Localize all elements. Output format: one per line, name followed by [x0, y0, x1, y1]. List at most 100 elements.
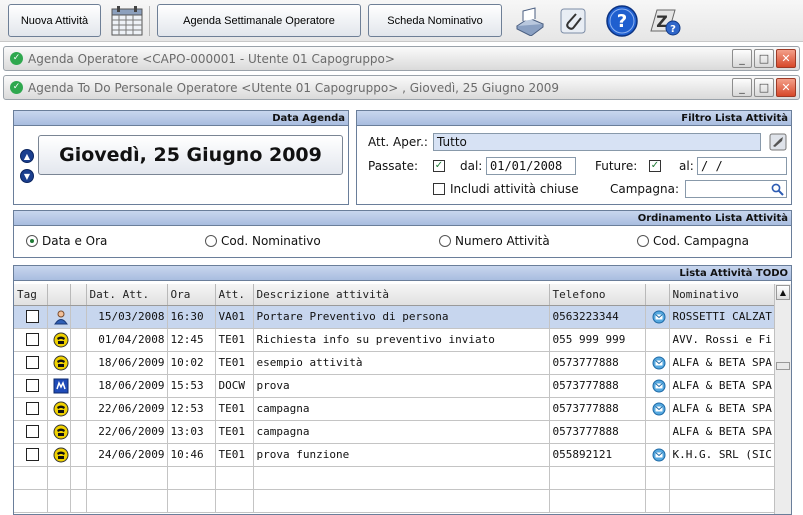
toolbar-separator	[149, 6, 150, 36]
description-cell: campagna	[253, 397, 550, 421]
help-icon[interactable]: ?	[605, 4, 639, 38]
mail-cell[interactable]	[645, 374, 670, 398]
past-checkbox[interactable]: ✓	[433, 160, 445, 172]
calendar-icon[interactable]	[110, 4, 144, 38]
blank-cell	[70, 328, 87, 352]
time-cell: 16:30	[167, 305, 216, 329]
arrow-down-icon[interactable]: ▼	[20, 169, 34, 183]
empty-cell	[253, 466, 550, 490]
agenda-date-button[interactable]: Giovedì, 25 Giugno 2009	[38, 135, 343, 175]
tag-cell[interactable]	[14, 420, 48, 444]
empty-cell	[47, 466, 71, 490]
row-checkbox[interactable]	[26, 402, 39, 416]
time-cell: 12:45	[167, 328, 216, 352]
column-header-description[interactable]: Descrizione attività	[253, 284, 550, 306]
att-aper-select[interactable]: Tutto	[433, 133, 761, 151]
column-header-nominative[interactable]: Nominativo	[669, 284, 790, 306]
row-checkbox[interactable]	[26, 310, 39, 324]
to-date-input[interactable]: / /	[697, 157, 787, 175]
empty-cell	[14, 489, 48, 513]
table-row[interactable]: 01/04/2008 12:45 TE01 Richiesta info su pre…	[14, 328, 790, 352]
table-row[interactable]: 18/06/2009 15:53 DOCW prova 0573777888 ALFA &…	[14, 374, 790, 398]
scroll-up-button[interactable]: ▲	[776, 285, 790, 300]
scroll-thumb[interactable]	[776, 362, 790, 370]
phone-cell: 055892121	[549, 443, 646, 467]
close-button[interactable]: ✕	[776, 78, 796, 97]
tag-cell[interactable]	[14, 397, 48, 421]
mail-cell[interactable]	[645, 305, 670, 329]
tag-cell[interactable]	[14, 374, 48, 398]
future-checkbox[interactable]: ✓	[649, 160, 661, 172]
mail-icon[interactable]	[649, 402, 666, 415]
column-header-time[interactable]: Ora	[167, 284, 216, 306]
type-icon-cell	[47, 328, 71, 352]
empty-cell	[549, 466, 646, 490]
time-cell: 10:02	[167, 351, 216, 375]
column-header-blank[interactable]	[70, 284, 87, 306]
table-row[interactable]: 18/06/2009 10:02 TE01 esempio attività 05737…	[14, 351, 790, 375]
tag-cell[interactable]	[14, 443, 48, 467]
filter-panel: Filtro Lista Attività Att. Aper.: Tutto …	[356, 110, 792, 205]
table-row[interactable]: 15/03/2008 16:30 VA01 Portare Preventivo di…	[14, 305, 790, 329]
sort-nominative-radio[interactable]: Cod. Nominativo	[205, 234, 321, 248]
from-label: dal:	[460, 159, 483, 173]
sort-date-time-radio[interactable]: Data e Ora	[26, 234, 107, 248]
maximize-button[interactable]: □	[754, 49, 774, 68]
vertical-scrollbar[interactable]: ▲	[774, 284, 791, 514]
maximize-button[interactable]: □	[754, 78, 774, 97]
include-closed-checkbox[interactable]	[433, 183, 445, 195]
info-icon[interactable]: Z ?	[648, 4, 682, 38]
from-date-input[interactable]: 01/01/2008	[486, 157, 576, 175]
tag-cell[interactable]	[14, 305, 48, 329]
arrow-up-icon[interactable]: ▲	[20, 149, 34, 163]
minimize-button[interactable]: _	[732, 49, 752, 68]
minimize-button[interactable]: _	[732, 78, 752, 97]
mail-cell[interactable]	[645, 397, 670, 421]
column-header-att[interactable]: Att.	[215, 284, 254, 306]
row-checkbox[interactable]	[26, 379, 39, 393]
column-header-mail[interactable]	[645, 284, 670, 306]
att-cell: TE01	[215, 420, 254, 444]
column-header-date[interactable]: Dat. Att.	[86, 284, 168, 306]
phone-cell: 0573777888	[549, 420, 646, 444]
row-checkbox[interactable]	[26, 425, 39, 439]
sort-campaign-radio[interactable]: Cod. Campagna	[637, 234, 749, 248]
filter-tool-icon[interactable]	[769, 133, 787, 151]
table-header-row: Tag Dat. Att. Ora Att. Descrizione attiv…	[14, 284, 790, 306]
tag-cell[interactable]	[14, 328, 48, 352]
att-cell: DOCW	[215, 374, 254, 398]
row-checkbox[interactable]	[26, 333, 39, 347]
mail-cell[interactable]	[645, 420, 670, 444]
column-header-tag[interactable]: Tag	[14, 284, 48, 306]
table-row[interactable]: 24/06/2009 10:46 TE01 prova funzione 0558921…	[14, 443, 790, 467]
mail-cell[interactable]	[645, 328, 670, 352]
nominative-cell: ALFA & BETA SPA	[669, 351, 790, 375]
campaign-label: Campagna:	[610, 182, 680, 196]
mail-cell[interactable]	[645, 351, 670, 375]
attachment-icon[interactable]	[556, 4, 590, 38]
mail-cell[interactable]	[645, 443, 670, 467]
mail-icon[interactable]	[649, 448, 666, 461]
tag-cell[interactable]	[14, 351, 48, 375]
mail-icon[interactable]	[649, 379, 666, 392]
nominative-card-button[interactable]: Scheda Nominativo	[368, 4, 502, 37]
mail-icon[interactable]	[649, 310, 666, 323]
close-button[interactable]: ✕	[776, 49, 796, 68]
row-checkbox[interactable]	[26, 356, 39, 370]
print-icon[interactable]	[512, 4, 546, 38]
column-header-icon[interactable]	[47, 284, 71, 306]
search-icon[interactable]	[771, 183, 784, 196]
sort-option-label: Numero Attività	[455, 234, 550, 248]
weekly-agenda-button[interactable]: Agenda Settimanale Operatore	[157, 4, 361, 37]
row-checkbox[interactable]	[26, 448, 39, 462]
table-row[interactable]: 22/06/2009 12:53 TE01 campagna 0573777888 ALF…	[14, 397, 790, 421]
new-activity-button[interactable]: Nuova Attività	[8, 4, 101, 37]
column-header-phone[interactable]: Telefono	[549, 284, 646, 306]
sort-activity-number-radio[interactable]: Numero Attività	[439, 234, 550, 248]
mail-icon[interactable]	[649, 356, 666, 369]
inner-window-title: Agenda To Do Personale Operatore <Utente…	[28, 80, 560, 95]
date-cell: 01/04/2008	[86, 328, 168, 352]
sort-option-label: Data e Ora	[42, 234, 108, 248]
description-cell: Richiesta info su preventivo inviato	[253, 328, 550, 352]
table-row[interactable]: 22/06/2009 13:03 TE01 campagna 0573777888 ALF…	[14, 420, 790, 444]
